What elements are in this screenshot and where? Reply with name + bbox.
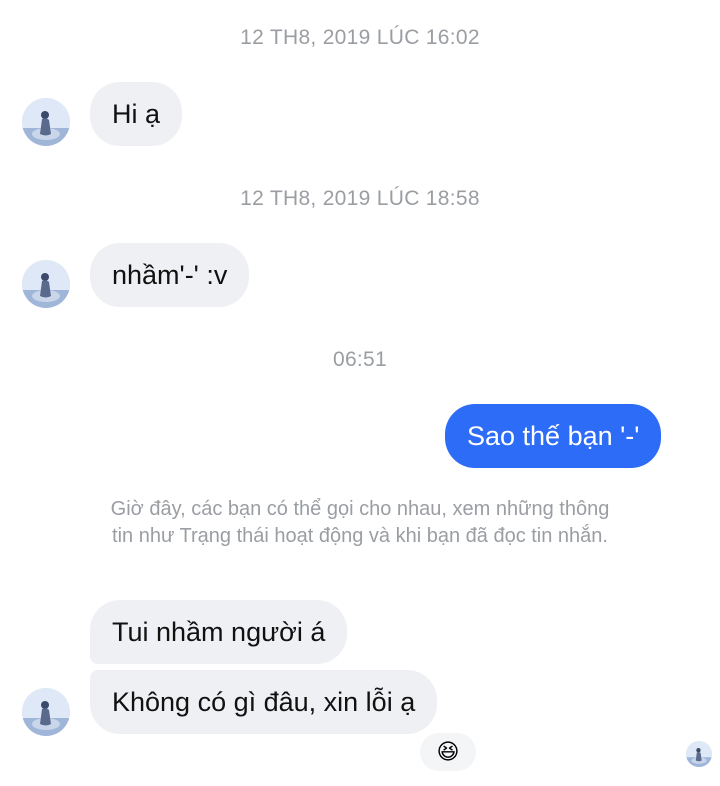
message-bubble-incoming[interactable]: Tui nhầm người á	[90, 600, 348, 664]
system-notice: Giờ đây, các bạn có thể gọi cho nhau, xe…	[110, 498, 610, 547]
laughing-emoji-icon[interactable]: 😆	[420, 733, 476, 771]
message-bubble-outgoing[interactable]: Sao thế bạn '-'	[445, 404, 662, 468]
message-bubble-incoming[interactable]: nhầm'-' :v	[90, 243, 250, 307]
timestamp-first: 12 TH8, 2019 LÚC 16:02	[240, 26, 480, 49]
message-bubble-incoming[interactable]: Không có gì đâu, xin lỗi ạ	[90, 670, 438, 734]
contact-avatar-icon[interactable]	[22, 98, 70, 146]
contact-avatar-icon[interactable]	[22, 260, 70, 308]
contact-avatar-icon[interactable]	[22, 688, 70, 736]
message-bubble-incoming[interactable]: Hi ạ	[90, 82, 183, 146]
seen-avatar-icon	[686, 741, 712, 767]
timestamp-second: 12 TH8, 2019 LÚC 18:58	[240, 187, 480, 210]
timestamp-third: 06:51	[332, 348, 388, 371]
